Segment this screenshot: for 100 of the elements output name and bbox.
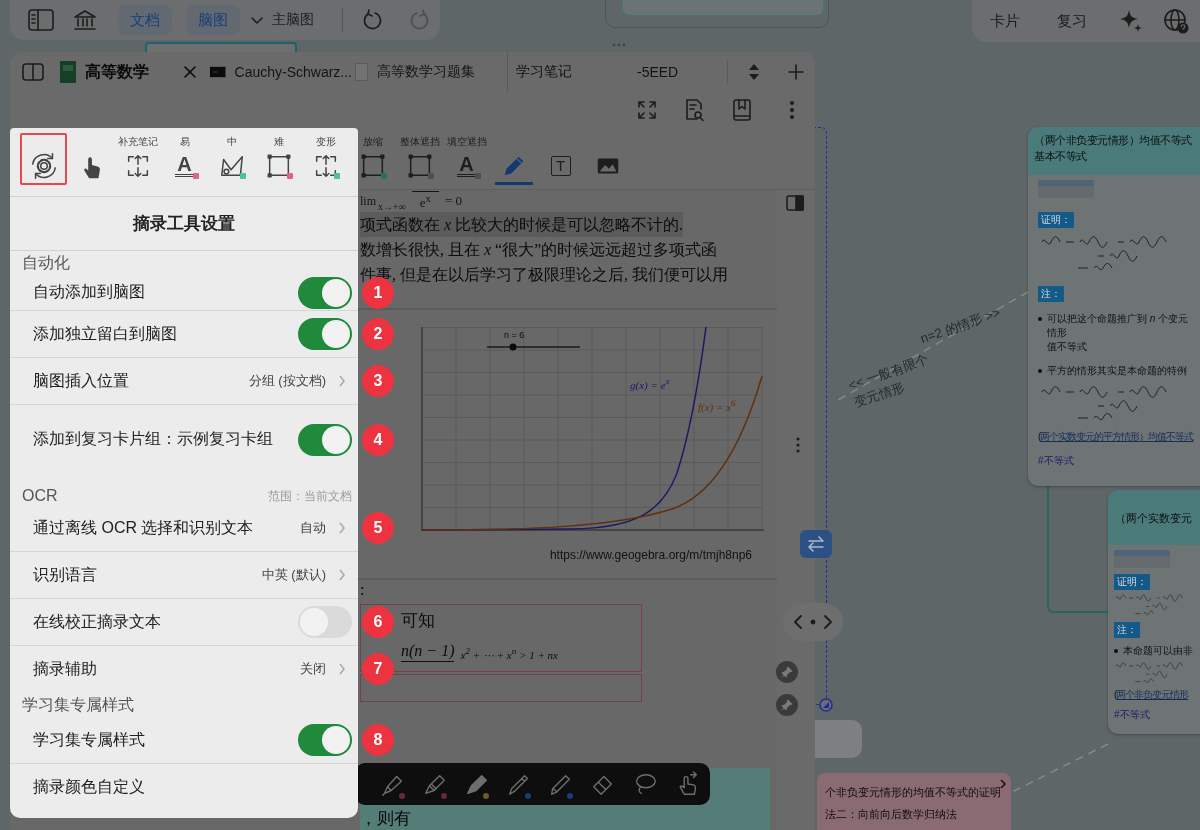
tool-button[interactable] xyxy=(20,132,67,185)
tab[interactable]: Cauchy-Schwarz... xyxy=(205,52,352,92)
figure-caption: https://www.geogebra.org/m/tmjh8np6 xyxy=(548,547,752,564)
toolbar-button[interactable]: 卡片 xyxy=(990,7,1020,35)
split-view-icon[interactable] xyxy=(21,63,44,81)
mindmap-dropdown[interactable]: 主脑图 xyxy=(250,11,314,29)
sidebar-icon[interactable] xyxy=(28,9,54,31)
toolbar-button[interactable]: 复习 xyxy=(1057,7,1087,35)
reference-text: (两个非负变元情形 xyxy=(1114,688,1190,702)
sparkle-icon[interactable] xyxy=(1119,9,1143,33)
side-panel-icon[interactable] xyxy=(786,195,804,211)
tool-button[interactable]: 变形 xyxy=(302,132,349,185)
chevron-icon[interactable] xyxy=(999,778,1007,790)
excerpt-frame[interactable] xyxy=(360,674,642,702)
popup-title: 摘录工具设置 xyxy=(10,197,358,251)
bullet-text: 可以把这个命题推广到 n 个变元情形 值不等式 xyxy=(1047,312,1190,354)
expand-icon[interactable] xyxy=(637,100,657,120)
pin-button[interactable] xyxy=(776,694,798,716)
settings-row[interactable]: 添加到复习卡片组：示例复习卡组 xyxy=(10,405,358,475)
sort-icon[interactable] xyxy=(747,62,761,82)
limit-formula: lim $_{x→+∞}$ e$^{x}$ = 0 xyxy=(360,190,464,212)
settings-row[interactable]: 在线校正摘录文本 xyxy=(10,599,358,646)
settings-row[interactable]: 学习集专属样式 xyxy=(10,717,358,764)
hashtag-link[interactable]: #不等式 xyxy=(1038,454,1074,468)
node-title: （两个实数变元 xyxy=(1115,510,1193,526)
pin-button[interactable] xyxy=(776,661,798,683)
chevron-icon xyxy=(338,568,346,582)
more-icon[interactable] xyxy=(796,437,800,453)
tab[interactable]: -5EED xyxy=(627,52,727,92)
undo-icon[interactable] xyxy=(361,9,383,31)
toggle-switch[interactable] xyxy=(298,276,352,309)
curve-label: g(x) = e$^{x}$ xyxy=(630,375,670,392)
toggle-switch[interactable] xyxy=(298,606,352,638)
mindmap-node[interactable]: （两个非负变元情形）均值不等式 基本不等式 证明： 注： 可以把这个命题推广到 n 个变元情形 值不等式 平方的情形其实是本命题的特例 (两个实数变元的平方情形）均值不等式 #不等式 xyxy=(1028,127,1200,486)
paragraph-line: 可知 xyxy=(401,610,435,632)
settings-row[interactable]: 通过离线 OCR 选择和识别文本 自动 xyxy=(10,505,358,552)
section-tag: 证明： xyxy=(1038,212,1074,228)
tool-button[interactable]: 补充笔记 xyxy=(114,132,161,185)
plus-icon[interactable] xyxy=(787,63,805,81)
section-tag: 证明： xyxy=(1114,574,1150,590)
text-box-icon: T xyxy=(550,155,571,176)
slider-control[interactable] xyxy=(486,343,581,351)
settings-row[interactable]: 脑图插入位置 分组 (按文档) xyxy=(10,358,358,405)
node-title: 基本不等式 xyxy=(1034,149,1088,164)
reference-link[interactable]: 两个非负变元情形 xyxy=(1116,689,1189,700)
toggle-switch[interactable] xyxy=(298,318,352,350)
settings-row[interactable]: 识别语言 中英 (默认) xyxy=(10,552,358,599)
view-toggle-button[interactable]: 文档 xyxy=(118,5,172,35)
settings-row[interactable]: 添加独立留白到脑图 xyxy=(10,311,358,358)
globe-help-icon[interactable] xyxy=(1163,8,1189,34)
reference-link[interactable]: 两个实数变元的平方情形）均值不等式 xyxy=(1040,431,1194,442)
paragraph-line: ，则有 xyxy=(360,809,411,828)
nav-arrows-icon xyxy=(793,614,833,630)
page-nav-button[interactable] xyxy=(783,603,843,641)
chevron-icon xyxy=(338,662,346,676)
formula-fraction: n(n − 1) xyxy=(401,641,455,662)
tool-button[interactable]: 整体遮挡 xyxy=(396,132,443,185)
section-tag: 注： xyxy=(1114,622,1140,638)
library-icon[interactable] xyxy=(73,9,97,31)
row-value: 关闭 xyxy=(300,660,326,678)
slider-label: n = 6 xyxy=(504,330,525,340)
hashtag-link[interactable]: #不等式 xyxy=(1114,708,1150,722)
chevron-icon xyxy=(338,374,346,388)
view-toggle-button[interactable]: 脑图 xyxy=(186,5,240,35)
close-icon[interactable] xyxy=(183,65,197,79)
resize-handle-icon[interactable] xyxy=(819,698,833,712)
settings-row[interactable]: 摘录辅助 关闭 xyxy=(10,646,358,693)
toggle-switch[interactable] xyxy=(298,724,352,756)
mindmap-node[interactable] xyxy=(145,42,297,52)
swap-button[interactable] xyxy=(800,530,832,558)
edge-label: n=2 的情形 >> xyxy=(918,303,1003,348)
tab[interactable]: 高等数学 xyxy=(55,52,205,92)
document-search-icon[interactable] xyxy=(684,98,704,122)
thumbnail-image xyxy=(1114,550,1170,568)
tool-button[interactable]: 填空遮挡 A xyxy=(443,132,490,185)
pin-icon xyxy=(781,699,793,711)
settings-row[interactable]: 摘录颜色自定义 xyxy=(10,764,358,811)
tool-button[interactable]: 中 xyxy=(208,132,255,185)
mindmap-node[interactable]: （两个实数变元 证明： 注： 本命题可以由非 (两个非负变元情形 #不等式 xyxy=(1108,490,1200,734)
mindmap-node[interactable] xyxy=(815,720,862,758)
document-thumbnail-icon xyxy=(210,66,226,78)
thumbnail-image xyxy=(1038,180,1094,198)
bullet-icon xyxy=(1038,369,1042,373)
tool-button[interactable]: 放缩 xyxy=(349,132,396,185)
tool-button[interactable]: 难 xyxy=(255,132,302,185)
bullet-icon xyxy=(1038,317,1042,321)
caret-icon xyxy=(250,15,264,25)
bookmark-book-icon[interactable] xyxy=(732,99,752,121)
more-icon[interactable] xyxy=(790,100,794,120)
grip-icon[interactable] xyxy=(612,43,626,47)
tab[interactable]: 高等数学习题集 xyxy=(352,52,507,92)
tab[interactable]: 学习笔记 xyxy=(507,52,627,92)
tool-button[interactable]: T xyxy=(537,132,584,185)
settings-row[interactable]: 自动添加到脑图 xyxy=(10,275,358,311)
mindmap-node[interactable]: 个非负变元情形的均值不等式的证明 法二：向前向后数学归纳法 xyxy=(817,773,1011,830)
toggle-switch[interactable] xyxy=(298,423,352,456)
paragraph-line: 数增长很快, 且在 x “很大”的时候远远超过多项式函 xyxy=(360,240,718,260)
reference-text: (两个实数变元的平方情形）均值不等式 xyxy=(1038,430,1195,444)
chevron-icon xyxy=(338,521,346,535)
section-title: OCR xyxy=(22,487,58,505)
